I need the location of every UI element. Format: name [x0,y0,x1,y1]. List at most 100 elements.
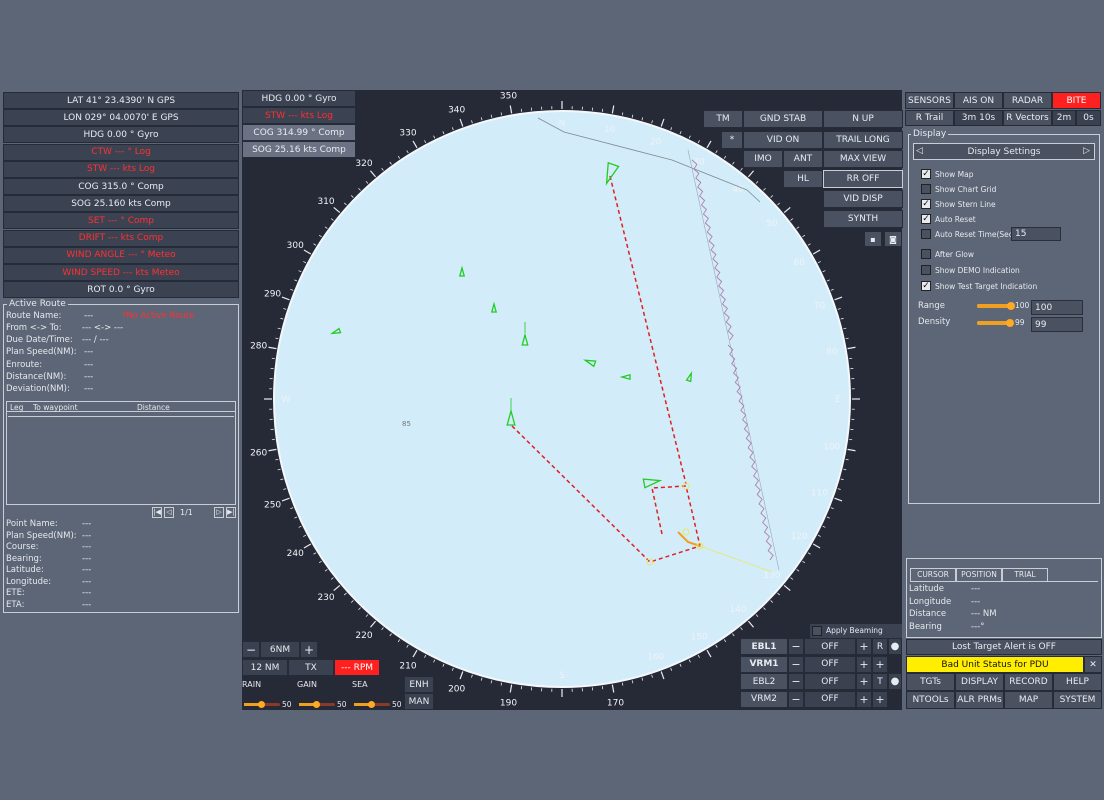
mute-icon[interactable]: ✕ [1084,656,1102,673]
rr-off-button[interactable]: RR OFF [823,170,903,188]
cursor-tab[interactable]: CURSOR [910,568,956,581]
gain-slider-handle[interactable] [258,701,265,708]
menu-button[interactable]: NTOOLs [906,691,955,709]
density-slider[interactable] [977,319,1014,327]
option-checkbox[interactable]: ✓ [921,199,931,209]
first-page-icon[interactable]: |◀ [152,507,162,518]
ebl-vrm-plus-icon[interactable]: + [872,690,888,708]
range-12nm[interactable]: 12 NM [242,659,288,676]
trail-long-button[interactable]: TRAIL LONG [823,131,903,149]
enh-button[interactable]: ENH [404,676,434,693]
tx-button[interactable]: TX [288,659,334,676]
ebl-vrm-dot-icon[interactable]: ● [888,638,902,655]
bearing-tick [723,639,727,643]
cursor-tab[interactable]: TRIAL [1002,568,1048,581]
r-trail-button[interactable]: R Trail [905,110,954,126]
option-checkbox[interactable]: ✓ [921,281,931,291]
star-button[interactable]: * [721,131,743,149]
ant-button[interactable]: ANT [783,150,823,168]
gain-slider-handle[interactable] [368,701,375,708]
active-route-panel: Active Route Route Name: --- *No Active … [3,299,239,613]
bearing-tick [688,135,691,139]
ebl-vrm-decrease-icon[interactable]: − [788,690,804,708]
cursor-tab-underline [910,581,1098,582]
range-decrease-button[interactable]: − [242,641,260,658]
range-increase-button[interactable]: + [300,641,318,658]
menu-button[interactable]: RECORD [1004,673,1053,691]
ebl-vrm-label[interactable]: VRM1 [740,655,788,673]
option-checkbox[interactable] [921,265,931,275]
ebl-vrm-increase-icon[interactable]: + [856,638,872,655]
ebl-vrm-label[interactable]: EBL2 [740,673,788,690]
imo-button[interactable]: IMO [743,150,783,168]
bite-tab[interactable]: BITE [1052,92,1101,109]
radar-tab[interactable]: RADAR [1003,92,1052,109]
max-view-button[interactable]: MAX VIEW [823,150,903,168]
radar-display[interactable]: 340 350 N 10 20 30 40 50 60 70 80 E 100 110 120 130 140 1… [242,90,903,710]
vid-disp-button[interactable]: VID DISP [823,190,903,208]
gain-slider-handle[interactable] [313,701,320,708]
ebl-vrm-decrease-icon[interactable]: − [788,673,804,690]
gain-slider[interactable] [299,701,335,708]
next-page-icon[interactable]: ▷ [214,507,224,518]
vid-on-button[interactable]: VID ON [743,131,823,149]
range-slider[interactable] [977,302,1015,310]
ebl-vrm-mode-button[interactable]: T [872,673,888,690]
man-button[interactable]: MAN [404,693,434,710]
synth-button[interactable]: SYNTH [823,210,903,228]
ebl-vrm-dot-icon[interactable]: ● [888,673,902,690]
radar-disk[interactable] [273,110,851,688]
ebl-vrm-decrease-icon[interactable]: − [788,655,804,673]
point-info-value: --- [82,565,92,575]
tm-button[interactable]: TM [703,110,743,128]
last-page-icon[interactable]: ▶| [226,507,236,518]
bearing-tick [459,118,464,127]
gain-slider[interactable] [354,701,390,708]
density-slider-handle[interactable] [1006,319,1014,327]
camera-icon[interactable]: ◙ [884,231,902,247]
menu-button[interactable]: MAP [1004,691,1053,709]
prev-page-icon[interactable]: ◁ [164,507,174,518]
option-checkbox[interactable]: ✓ [921,169,931,179]
ebl-vrm-mode-button[interactable]: R [872,638,888,655]
bearing-tick [747,620,755,628]
ebl-vrm-decrease-icon[interactable]: − [788,638,804,655]
menu-button[interactable]: SYSTEM [1053,691,1102,709]
save-icon[interactable]: ▪ [864,231,882,247]
ebl-vrm-increase-icon[interactable]: + [856,655,872,673]
ebl-vrm-plus-icon[interactable]: + [872,655,888,673]
sensors-tab[interactable]: SENSORS [905,92,954,109]
hl-button[interactable]: HL [783,170,823,188]
ebl-vrm-label[interactable]: EBL1 [740,638,788,655]
ais-on-tab[interactable]: AIS ON [954,92,1003,109]
next-setting-icon[interactable]: ▷ [1083,146,1090,156]
ebl-vrm-increase-icon[interactable]: + [856,690,872,708]
option-checkbox[interactable]: ✓ [921,214,931,224]
option-checkbox[interactable] [921,184,931,194]
bearing-tick [796,226,800,229]
gnd-stab-button[interactable]: GND STAB [743,110,823,128]
cursor-tab[interactable]: POSITION [956,568,1002,581]
option-checkbox[interactable] [921,249,931,259]
menu-button[interactable]: TGTs [906,673,955,691]
density-input[interactable]: 99 [1031,317,1083,332]
option-input[interactable]: 15 [1011,227,1061,241]
menu-button[interactable]: HELP [1053,673,1102,691]
display-settings-header: ◁ Display Settings ▷ [913,143,1095,160]
bearing-tick [406,644,409,648]
route-name-label: Route Name: [6,311,62,321]
range-input[interactable]: 100 [1031,300,1083,315]
bad-unit-alert[interactable]: Bad Unit Status for PDU [906,656,1084,673]
menu-button[interactable]: ALR PRMs [955,691,1004,709]
menu-button[interactable]: DISPLAY [955,673,1004,691]
gain-slider[interactable] [244,701,280,708]
ebl-vrm-label[interactable]: VRM2 [740,690,788,708]
range-slider-handle[interactable] [1007,302,1015,310]
n-up-button[interactable]: N UP [823,110,903,128]
option-checkbox[interactable] [921,229,931,239]
ebl-vrm-increase-icon[interactable]: + [856,673,872,690]
r-vectors-button[interactable]: R Vectors [1003,110,1052,126]
bearing-tick [631,114,634,118]
apply-beaming-checkbox[interactable] [812,626,822,636]
leg-table[interactable]: Leg To waypoint Distance [6,401,236,505]
